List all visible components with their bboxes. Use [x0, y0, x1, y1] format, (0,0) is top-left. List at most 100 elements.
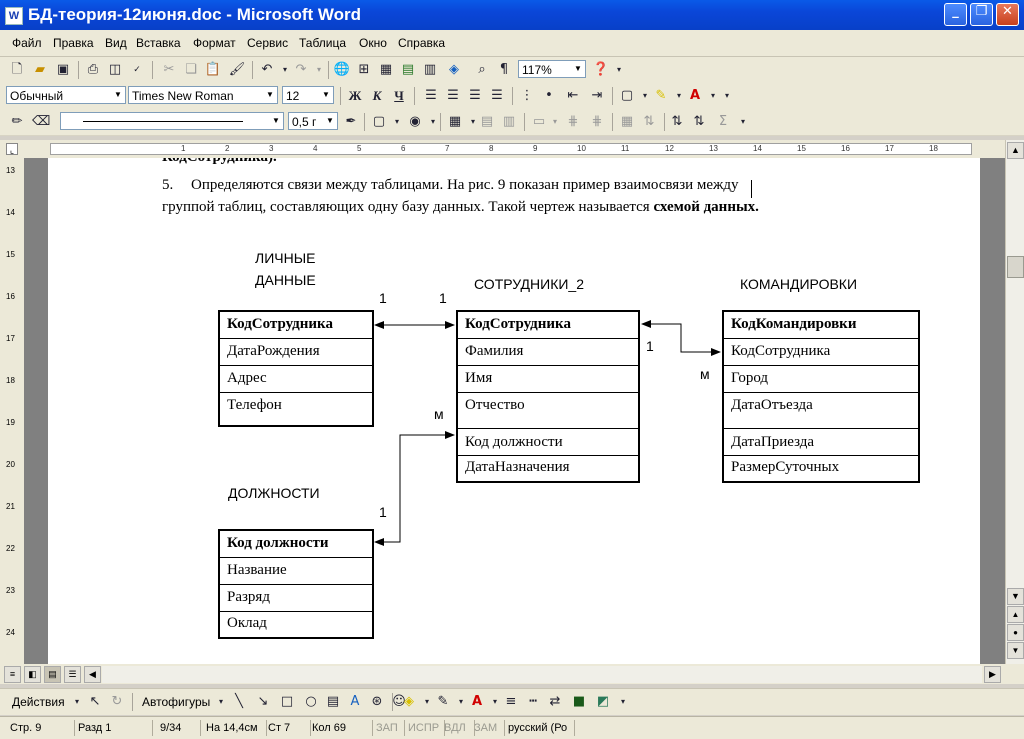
3d-style-icon[interactable]: ◩ — [594, 693, 612, 711]
document-page[interactable]: КодСотрудника). 5. Определяются связи ме… — [48, 158, 980, 664]
menu-table[interactable]: Таблица — [299, 36, 346, 50]
next-page-icon[interactable]: ▼ — [1007, 642, 1024, 659]
redo-icon[interactable]: ↷ — [292, 61, 310, 79]
draw-table-pencil-icon[interactable]: ✏ — [8, 113, 26, 131]
columns-icon[interactable]: ▥ — [421, 61, 439, 79]
help-icon[interactable]: ❓ — [592, 61, 610, 79]
text-direction-icon[interactable]: ⇅ — [640, 113, 658, 131]
borders-icon[interactable]: ▢ — [618, 87, 636, 105]
toolbar-options-icon[interactable]: ▾ — [610, 61, 628, 79]
menu-view[interactable]: Вид — [105, 36, 127, 50]
free-rotate-icon[interactable]: ↻ — [108, 693, 126, 711]
chevron-down-icon[interactable]: ▼ — [111, 87, 125, 103]
save-icon[interactable]: ▣ — [54, 61, 72, 79]
open-folder-icon[interactable]: ▰ — [31, 61, 49, 79]
arrow-style-icon[interactable]: ⇄ — [546, 693, 564, 711]
maximize-button[interactable]: ❐ — [970, 3, 993, 26]
cut-icon[interactable]: ✂ — [160, 61, 178, 79]
tab-selector-icon[interactable]: ⌞ — [6, 143, 18, 155]
bold-button[interactable]: Ж — [346, 87, 364, 105]
scroll-right-arrow-icon[interactable]: ▶ — [984, 666, 1001, 683]
insert-table-icon[interactable]: ▦ — [377, 61, 395, 79]
toolbar-options-icon[interactable]: ▾ — [718, 87, 736, 105]
title-bar[interactable]: W БД-теория-12июня.doc - Microsoft Word … — [0, 0, 1024, 30]
font-combo[interactable]: Times New Roman ▼ — [128, 86, 278, 104]
fill-color-icon[interactable]: ◈ — [400, 693, 418, 711]
vertical-ruler[interactable]: 13 14 15 16 17 18 19 20 21 22 23 24 — [0, 158, 25, 664]
drawing-icon[interactable]: ◈ — [445, 61, 463, 79]
redo-dropdown-icon[interactable]: ▾ — [310, 61, 328, 79]
border-color-icon[interactable]: ✒ — [342, 113, 360, 131]
chevron-down-icon[interactable]: ▼ — [319, 87, 333, 103]
arrow-tool-icon[interactable]: ↘ — [254, 693, 272, 711]
select-browse-object-icon[interactable]: ● — [1007, 624, 1024, 641]
format-painter-icon[interactable]: 🖌 — [228, 61, 246, 79]
status-track-changes[interactable]: ИСПР — [408, 720, 445, 736]
close-button[interactable]: ✕ — [996, 3, 1019, 26]
outside-border-icon[interactable]: ▢ — [370, 113, 388, 131]
align-center-icon[interactable]: ☰ — [444, 87, 462, 105]
split-cells-icon[interactable]: ▥ — [500, 113, 518, 131]
shadow-style-icon[interactable]: ■ — [570, 693, 588, 711]
table-autoformat-icon[interactable]: ▦ — [618, 113, 636, 131]
toolbar-options-icon[interactable]: ▾ — [614, 693, 632, 711]
scroll-thumb[interactable] — [1007, 256, 1024, 278]
chevron-down-icon[interactable]: ▾ — [212, 693, 230, 711]
highlight-icon[interactable]: ✎ — [652, 87, 670, 105]
actions-menu[interactable]: Действия — [12, 695, 65, 709]
rectangle-tool-icon[interactable]: □ — [278, 693, 296, 711]
print-layout-icon[interactable]: ▤ — [44, 666, 61, 683]
print-icon[interactable]: ⎙ — [84, 61, 102, 79]
line-weight-combo[interactable]: 0,5 г ▼ — [288, 112, 338, 130]
align-right-icon[interactable]: ☰ — [466, 87, 484, 105]
text-box-icon[interactable]: ▤ — [324, 693, 342, 711]
status-record[interactable]: ЗАП — [376, 720, 405, 736]
vertical-scrollbar[interactable]: ▲ ▼ ▲ ● ▼ — [1005, 140, 1024, 664]
word-app-icon[interactable]: W — [5, 7, 23, 25]
line-style-combo[interactable]: ▼ — [60, 112, 284, 130]
merge-cells-icon[interactable]: ▤ — [478, 113, 496, 131]
font-color-icon[interactable]: A — [468, 693, 486, 711]
minimize-button[interactable]: _ — [944, 3, 967, 26]
copy-icon[interactable]: ❏ — [182, 61, 200, 79]
undo-icon[interactable]: ↶ — [258, 61, 276, 79]
chevron-down-icon[interactable]: ▾ — [68, 693, 86, 711]
chevron-down-icon[interactable]: ▼ — [323, 113, 337, 129]
distribute-rows-icon[interactable]: ⋕ — [564, 113, 582, 131]
menu-format[interactable]: Формат — [193, 36, 236, 50]
chevron-down-icon[interactable]: ▼ — [571, 61, 585, 77]
autosum-icon[interactable]: Σ — [714, 113, 732, 131]
style-combo[interactable]: Обычный ▼ — [6, 86, 126, 104]
scroll-up-arrow-icon[interactable]: ▲ — [1007, 142, 1024, 159]
font-color-icon[interactable]: A — [686, 87, 704, 105]
eraser-icon[interactable]: ⌫ — [32, 113, 50, 131]
line-color-icon[interactable]: ✎ — [434, 693, 452, 711]
menu-window[interactable]: Окно — [359, 36, 387, 50]
insert-excel-icon[interactable]: ▤ — [399, 61, 417, 79]
font-size-combo[interactable]: 12 ▼ — [282, 86, 334, 104]
new-document-icon[interactable]: 🗋 — [8, 61, 26, 79]
bullets-icon[interactable]: • — [540, 87, 558, 105]
horizontal-ruler[interactable]: 1 2 3 4 5 6 7 8 9 10 11 12 13 14 15 16 17 18 — [50, 143, 972, 155]
normal-view-icon[interactable]: ≡ — [4, 666, 21, 683]
web-layout-icon[interactable]: ◧ — [24, 666, 41, 683]
wordart-icon[interactable]: A — [346, 693, 364, 711]
select-pointer-icon[interactable]: ↖ — [86, 693, 104, 711]
toolbar-options-icon[interactable]: ▾ — [734, 113, 752, 131]
menu-file[interactable]: Файл — [12, 36, 42, 50]
distribute-columns-icon[interactable]: ⋕ — [588, 113, 606, 131]
paste-icon[interactable]: 📋 — [204, 61, 222, 79]
sort-descending-icon[interactable]: ⇅ — [690, 113, 708, 131]
menu-insert[interactable]: Вставка — [136, 36, 181, 50]
line-style-icon[interactable]: ≡ — [502, 693, 520, 711]
chevron-down-icon[interactable]: ▼ — [263, 87, 277, 103]
diagram-icon[interactable]: ⊛ — [368, 693, 386, 711]
print-preview-icon[interactable]: ◫ — [106, 61, 124, 79]
spelling-icon[interactable]: ✓ — [128, 61, 146, 79]
underline-button[interactable]: Ч — [390, 87, 408, 105]
align-left-icon[interactable]: ☰ — [422, 87, 440, 105]
hyperlink-icon[interactable]: 🌐 — [333, 61, 351, 79]
horizontal-scroll-track[interactable] — [102, 666, 982, 683]
status-overtype[interactable]: ЗАМ — [474, 720, 505, 736]
oval-tool-icon[interactable]: ○ — [302, 693, 320, 711]
